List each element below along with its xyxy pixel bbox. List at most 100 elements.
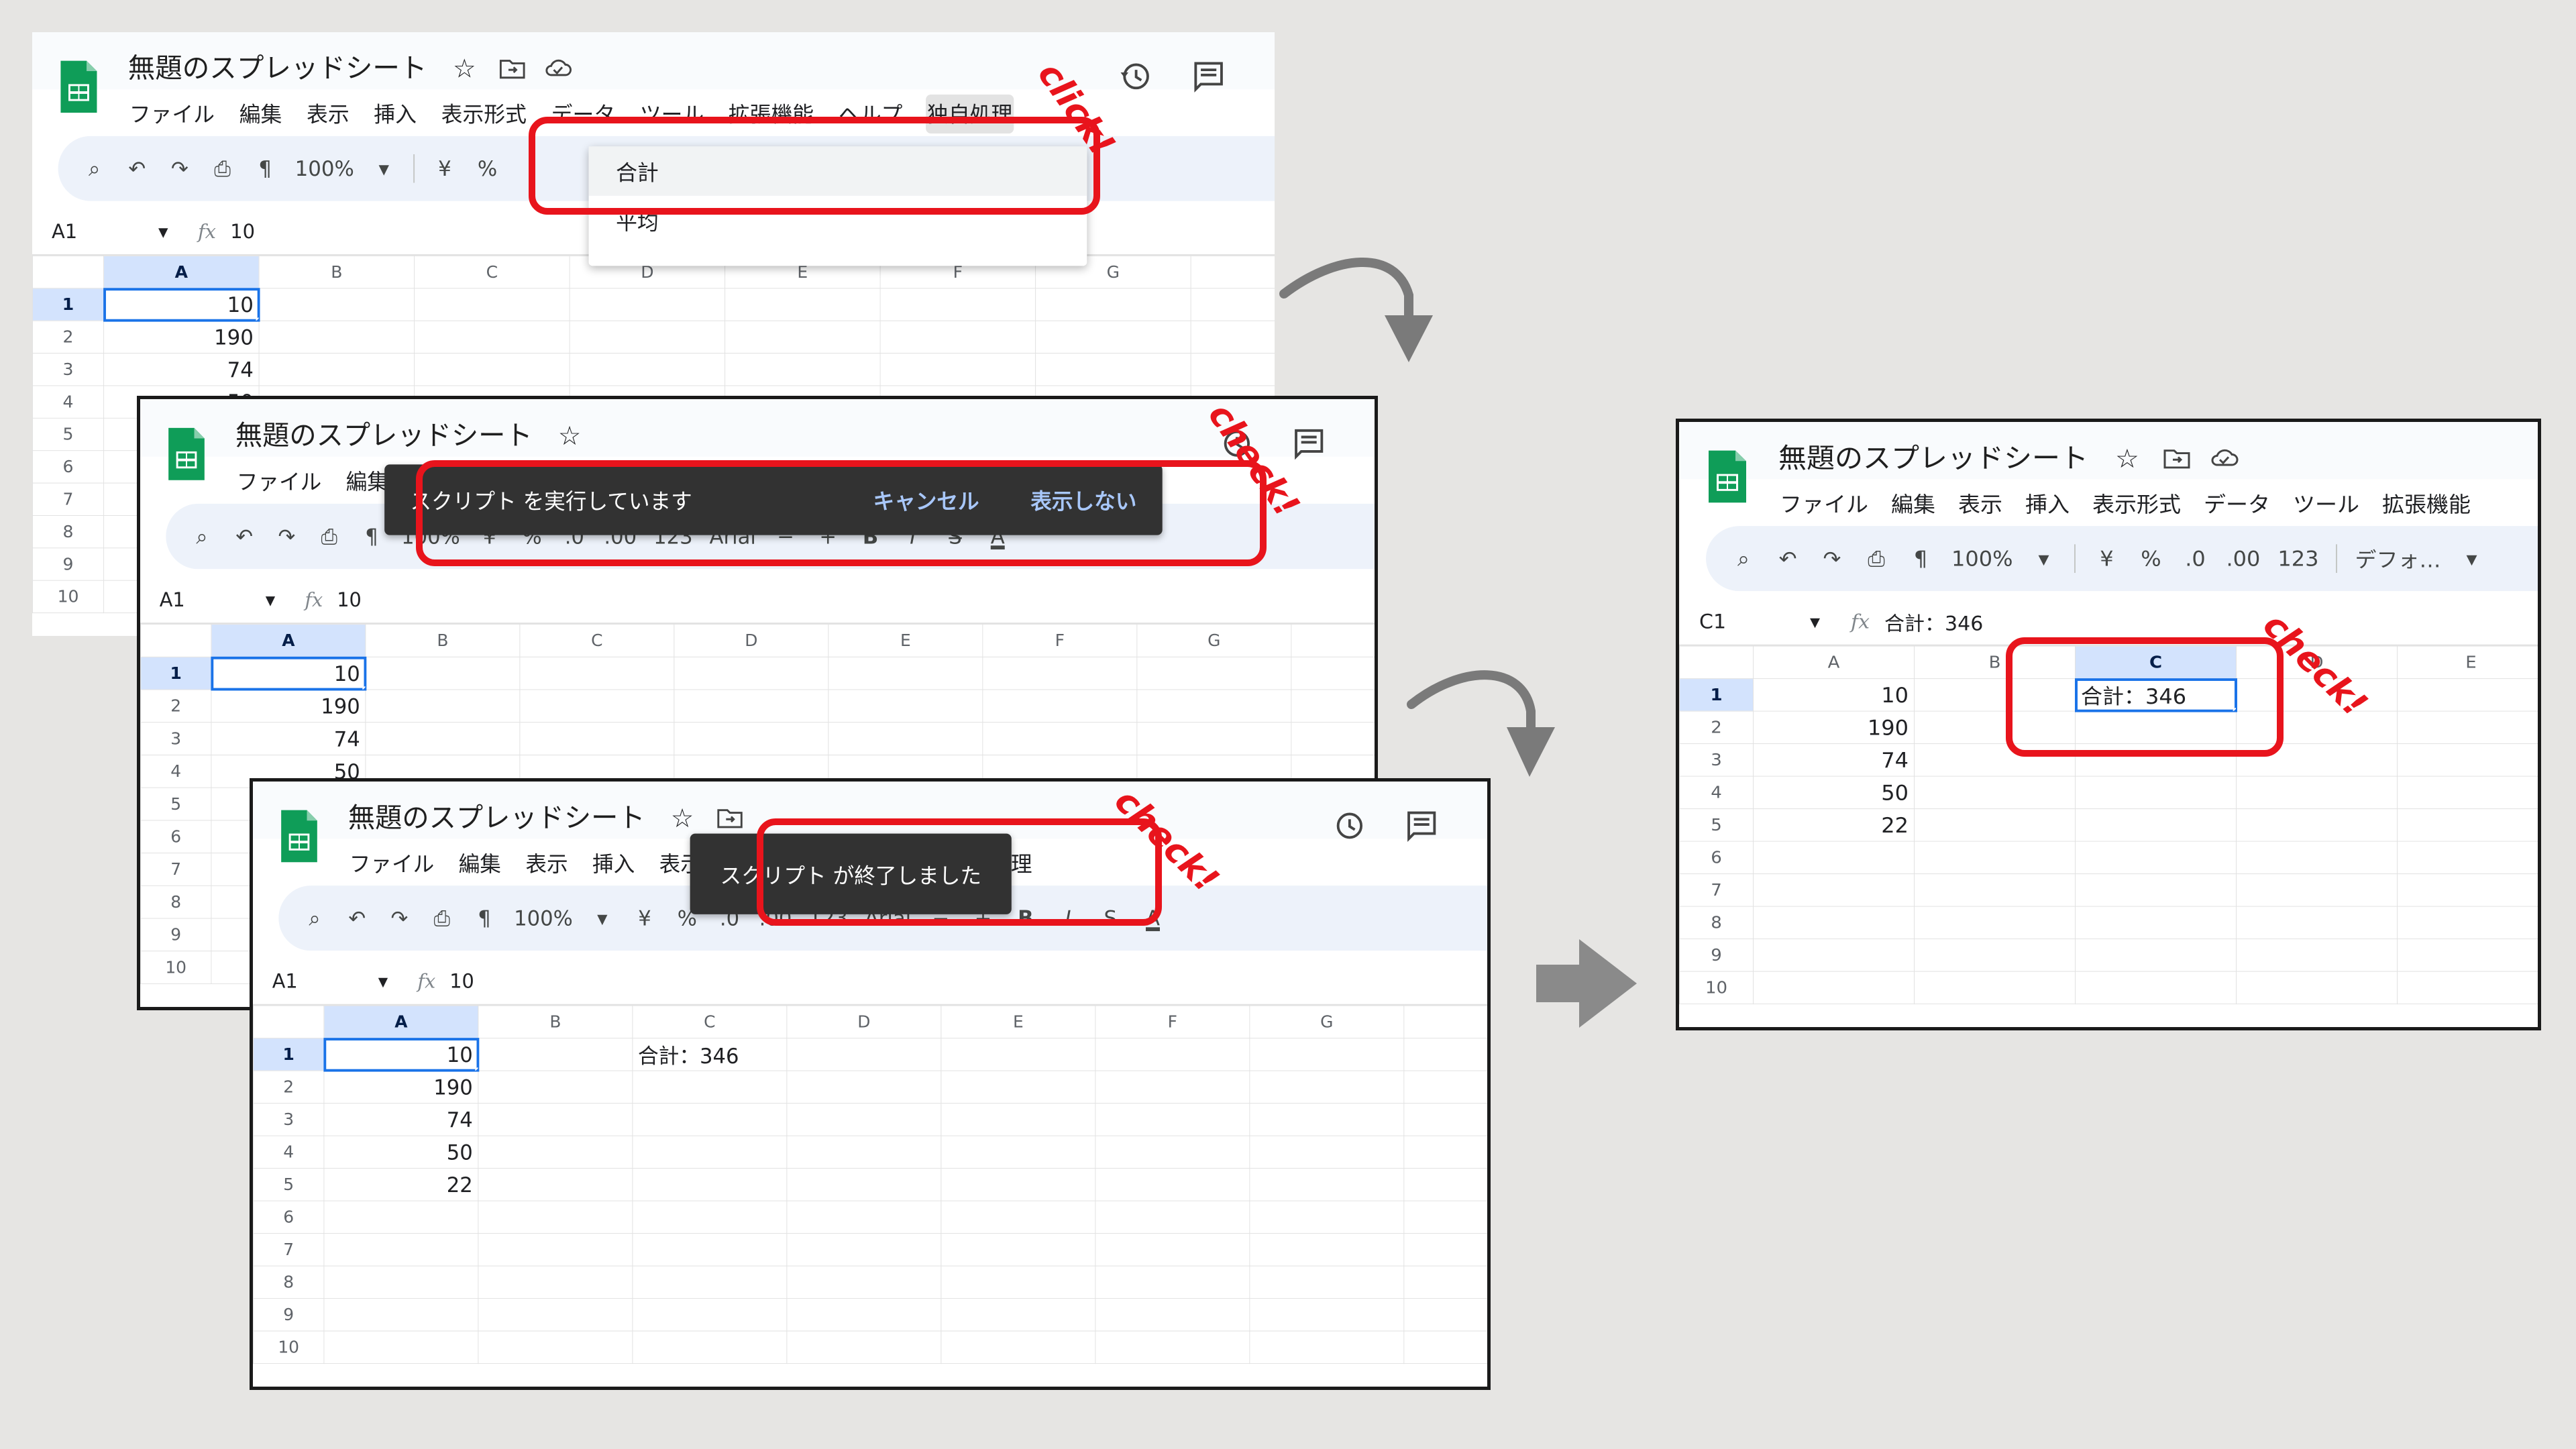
paint-format-icon[interactable]: ¶ xyxy=(472,899,497,938)
row-header[interactable]: 4 xyxy=(253,1135,325,1169)
name-box[interactable]: A1 ▾ xyxy=(140,588,288,611)
menu-edit[interactable]: 編集 xyxy=(345,462,390,501)
cell-a4[interactable]: 50 xyxy=(323,1135,479,1169)
document-title[interactable]: 無題のスプレッドシート xyxy=(128,46,427,86)
cell-a2[interactable]: 190 xyxy=(1753,710,1915,745)
search-icon[interactable]: ⌕ xyxy=(302,899,327,938)
more-formats-button[interactable]: 123 xyxy=(2277,539,2318,578)
menu-file[interactable]: ファイル xyxy=(235,462,323,501)
cell-a5[interactable]: 22 xyxy=(1753,808,1915,842)
cell-a2[interactable]: 190 xyxy=(103,320,260,354)
cell-a5[interactable]: 22 xyxy=(323,1168,479,1201)
row-header[interactable]: 4 xyxy=(140,754,212,788)
paint-format-icon[interactable]: ¶ xyxy=(252,149,278,188)
menu-data[interactable]: データ xyxy=(2202,484,2271,523)
percent-button[interactable]: % xyxy=(2137,539,2164,578)
row-header[interactable]: 6 xyxy=(32,450,105,484)
row-header[interactable]: 9 xyxy=(32,547,105,581)
menu-insert[interactable]: 挿入 xyxy=(372,95,418,133)
row-header[interactable]: 6 xyxy=(140,820,212,854)
row-header[interactable]: 5 xyxy=(140,787,212,821)
menu-format[interactable]: 表示形式 xyxy=(2091,484,2182,523)
column-header[interactable]: G xyxy=(1136,624,1292,657)
column-header[interactable]: E xyxy=(941,1005,1096,1039)
menu-view[interactable]: 表示 xyxy=(524,844,569,883)
menu-file[interactable]: ファイル xyxy=(128,95,216,133)
undo-icon[interactable]: ↶ xyxy=(344,899,370,938)
column-header[interactable]: A xyxy=(1753,645,1915,680)
search-icon[interactable]: ⌕ xyxy=(81,149,107,188)
move-folder-icon[interactable] xyxy=(2162,444,2192,473)
row-header[interactable]: 1 xyxy=(140,656,212,690)
undo-icon[interactable]: ↶ xyxy=(231,517,257,555)
undo-icon[interactable]: ↶ xyxy=(124,149,150,188)
version-history-icon[interactable] xyxy=(1330,808,1366,844)
move-folder-icon[interactable] xyxy=(498,54,527,83)
row-header[interactable]: 2 xyxy=(140,689,212,723)
increase-decimal-button[interactable]: .00 xyxy=(2226,539,2260,578)
column-header[interactable]: D xyxy=(674,624,829,657)
redo-icon[interactable]: ↷ xyxy=(1819,539,1845,578)
star-icon[interactable]: ☆ xyxy=(2115,444,2145,474)
column-header[interactable]: E xyxy=(828,624,983,657)
row-header[interactable]: 3 xyxy=(253,1103,325,1136)
cell-c1[interactable]: 合計：346 xyxy=(632,1038,788,1071)
row-header[interactable]: 8 xyxy=(32,515,105,549)
cell-a3[interactable]: 74 xyxy=(103,353,260,386)
menu-edit[interactable]: 編集 xyxy=(458,844,502,883)
row-header[interactable]: 9 xyxy=(140,918,212,952)
percent-button[interactable]: % xyxy=(474,149,500,188)
print-icon[interactable]: ⎙ xyxy=(429,899,455,938)
column-header[interactable]: B xyxy=(478,1005,633,1039)
comments-icon[interactable] xyxy=(1291,425,1327,462)
column-header[interactable]: B xyxy=(258,255,415,289)
version-history-icon[interactable] xyxy=(1117,58,1153,95)
row-header[interactable]: 9 xyxy=(253,1298,325,1332)
document-title[interactable]: 無題のスプレッドシート xyxy=(1778,436,2088,476)
chevron-down-icon[interactable]: ▾ xyxy=(2030,539,2057,578)
cell-a2[interactable]: 190 xyxy=(211,689,366,723)
fill-handle[interactable] xyxy=(255,317,259,321)
menu-edit[interactable]: 編集 xyxy=(238,95,284,133)
search-icon[interactable]: ⌕ xyxy=(189,517,215,555)
sheet-grid[interactable]: ABCDEFG 1 10 合計：346 2 190 3 74 4 50 5 22 6 7 8… xyxy=(253,1005,1487,1387)
currency-button[interactable]: ¥ xyxy=(2093,539,2120,578)
print-icon[interactable]: ⎙ xyxy=(1863,539,1890,578)
menu-file[interactable]: ファイル xyxy=(1778,484,1870,523)
zoom-select[interactable]: 100% xyxy=(514,899,573,938)
menu-view[interactable]: 表示 xyxy=(305,95,351,133)
column-header[interactable]: A xyxy=(103,255,260,289)
row-header[interactable]: 10 xyxy=(1679,971,1754,1005)
menu-edit[interactable]: 編集 xyxy=(1890,484,1937,523)
column-header[interactable]: C xyxy=(414,255,570,289)
column-header[interactable]: D xyxy=(786,1005,942,1039)
cell-a4[interactable]: 50 xyxy=(1753,775,1915,810)
formula-input[interactable]: 10 xyxy=(230,220,255,243)
document-title[interactable]: 無題のスプレッドシート xyxy=(348,796,645,835)
row-header[interactable]: 9 xyxy=(1679,938,1754,972)
row-header[interactable]: 1 xyxy=(32,288,105,321)
formula-input[interactable]: 10 xyxy=(449,970,474,993)
row-header[interactable]: 1 xyxy=(253,1038,325,1071)
star-icon[interactable]: ☆ xyxy=(671,804,699,834)
chevron-down-icon[interactable]: ▾ xyxy=(2458,539,2485,578)
redo-icon[interactable]: ↷ xyxy=(274,517,299,555)
search-icon[interactable]: ⌕ xyxy=(1730,539,1757,578)
row-header[interactable]: 10 xyxy=(253,1330,325,1364)
print-icon[interactable]: ⎙ xyxy=(209,149,235,188)
column-header[interactable]: F xyxy=(1095,1005,1250,1039)
row-header[interactable]: 2 xyxy=(1679,710,1754,745)
cell-a3[interactable]: 74 xyxy=(323,1103,479,1136)
row-header[interactable]: 3 xyxy=(32,353,105,386)
currency-button[interactable]: ¥ xyxy=(632,899,657,938)
formula-input[interactable]: 10 xyxy=(337,588,362,611)
row-header[interactable]: 4 xyxy=(1679,775,1754,810)
formula-input[interactable]: 合計：346 xyxy=(1884,607,1983,636)
column-header[interactable]: B xyxy=(365,624,521,657)
row-header[interactable]: 8 xyxy=(140,885,212,919)
cell-a1[interactable]: 10 xyxy=(323,1037,479,1072)
menu-tools[interactable]: ツール xyxy=(2292,484,2361,523)
cell-a1[interactable]: 10 xyxy=(210,656,366,691)
row-header[interactable]: 5 xyxy=(32,417,105,451)
star-icon[interactable]: ☆ xyxy=(558,421,586,451)
